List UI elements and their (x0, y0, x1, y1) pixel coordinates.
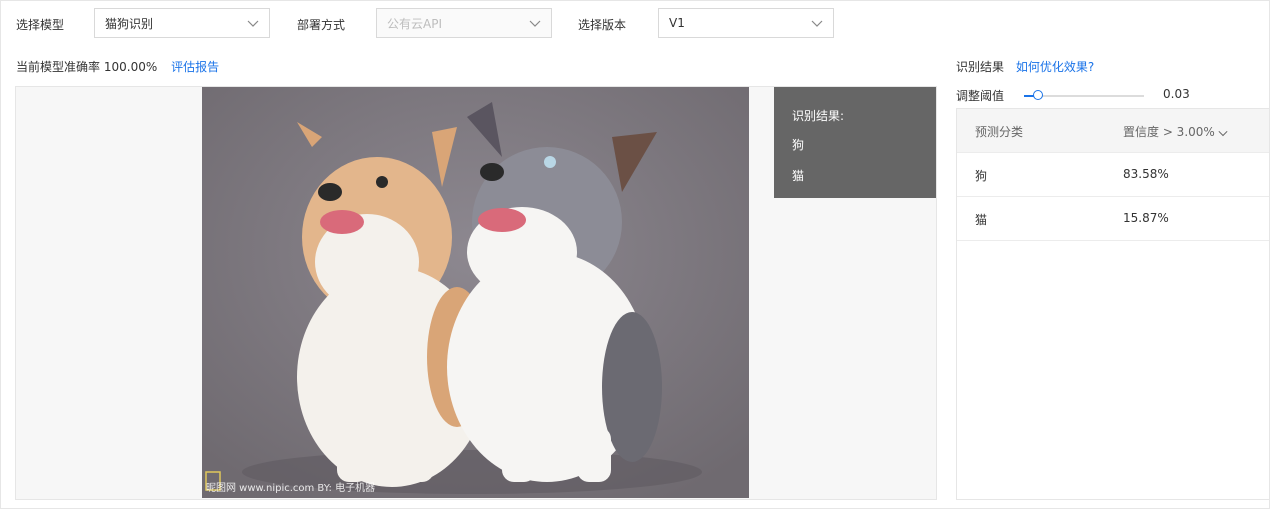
model-label: 选择模型 (16, 18, 65, 32)
threshold-value: 0.03 (1163, 87, 1190, 101)
column-header-confidence[interactable]: 置信度 > 3.00% (1123, 123, 1228, 140)
version-label: 选择版本 (578, 18, 627, 32)
deploy-select-value: 公有云API (387, 16, 442, 31)
table-row: 狗 83.58% (957, 153, 1269, 197)
chevron-down-icon (529, 20, 541, 27)
threshold-slider[interactable] (1024, 90, 1144, 100)
result-class: 狗 (975, 169, 988, 183)
model-select[interactable]: 猫狗识别 (94, 8, 270, 38)
column-header-class: 预测分类 (975, 125, 1024, 139)
confidence-filter-label: 置信度 > 3.00% (1123, 125, 1215, 139)
overlay-item: 狗 (792, 138, 805, 152)
accuracy-value: 100.00% (103, 60, 158, 74)
uploaded-photo: 昵图网 www.nipic.com BY: 电子机器 (202, 87, 749, 498)
recognition-overlay: 识别结果: 狗 猫 (774, 87, 936, 198)
deploy-label: 部署方式 (297, 18, 346, 32)
overlay-title: 识别结果: (792, 109, 845, 123)
chevron-down-icon (811, 20, 823, 27)
result-class: 猫 (975, 213, 988, 227)
version-select[interactable]: V1 (658, 8, 834, 38)
chevron-down-icon (247, 20, 259, 27)
threshold-slider-handle[interactable] (1033, 90, 1043, 100)
table-header-row: 预测分类 置信度 > 3.00% (957, 109, 1269, 153)
corgi-photo-illustration (202, 87, 749, 498)
optimize-link[interactable]: 如何优化效果? (1016, 60, 1094, 74)
version-select-value: V1 (669, 16, 685, 30)
accuracy-line: 当前模型准确率 100.00% 评估报告 (16, 58, 219, 75)
deploy-select[interactable]: 公有云API (376, 8, 552, 38)
model-select-value: 猫狗识别 (105, 16, 154, 31)
result-confidence: 83.58% (1123, 167, 1169, 181)
table-row: 猫 15.87% (957, 197, 1269, 241)
evaluation-report-link[interactable]: 评估报告 (171, 60, 219, 74)
results-table: 预测分类 置信度 > 3.00% 狗 83.58% 猫 15.87% (956, 108, 1270, 500)
threshold-label: 调整阈值 (956, 89, 1005, 103)
result-confidence: 15.87% (1123, 211, 1169, 225)
overlay-item: 猫 (792, 169, 805, 183)
results-title: 识别结果 (956, 60, 1005, 74)
results-header: 识别结果 如何优化效果? (956, 58, 1094, 75)
chevron-down-icon (1218, 130, 1228, 136)
accuracy-label: 当前模型准确率 (16, 60, 101, 74)
photo-watermark: 昵图网 www.nipic.com BY: 电子机器 (206, 483, 376, 494)
